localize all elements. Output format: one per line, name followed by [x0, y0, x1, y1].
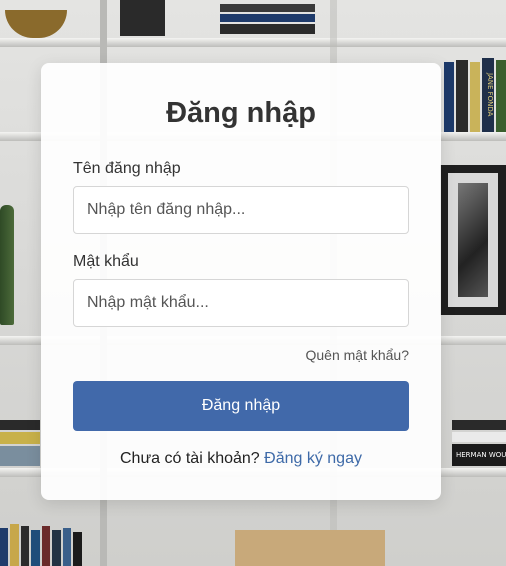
book — [120, 0, 165, 36]
register-link[interactable]: Đăng ký ngay — [264, 450, 362, 467]
book — [220, 4, 315, 12]
book-spine-jane-fonda: JANE FONDA — [482, 58, 494, 132]
book — [456, 60, 468, 132]
decor-bowl — [5, 10, 67, 38]
book — [444, 62, 454, 132]
decor-box — [235, 530, 385, 566]
book — [496, 60, 506, 132]
login-card: Đăng nhập Tên đăng nhập Mật khẩu Quên mậ… — [41, 63, 441, 500]
decor-bottle — [0, 205, 14, 325]
book — [220, 24, 315, 34]
book — [31, 530, 40, 566]
book — [0, 420, 40, 430]
book — [42, 526, 50, 566]
book — [452, 420, 506, 430]
book — [470, 62, 480, 132]
picture-frame — [440, 165, 506, 315]
no-account-text: Chưa có tài khoản? — [120, 450, 260, 467]
password-input[interactable] — [73, 279, 409, 327]
book — [10, 524, 19, 566]
book — [52, 530, 61, 566]
book — [220, 14, 315, 22]
forgot-password-link[interactable]: Quên mật khẩu? — [305, 347, 409, 363]
username-label: Tên đăng nhập — [73, 160, 181, 177]
book — [21, 526, 29, 566]
book — [0, 446, 40, 466]
book — [0, 432, 40, 444]
book — [73, 532, 82, 566]
username-input[interactable] — [73, 186, 409, 234]
book-spine-herman-wouk: HERMAN WOUK — [452, 444, 506, 466]
password-label: Mật khẩu — [73, 253, 139, 270]
login-title: Đăng nhập — [166, 97, 316, 129]
book — [0, 528, 8, 566]
book — [63, 528, 71, 566]
login-button[interactable]: Đăng nhập — [73, 381, 409, 431]
shelf — [0, 38, 506, 47]
signup-prompt: Chưa có tài khoản? Đăng ký ngay — [41, 450, 441, 468]
book — [452, 432, 506, 442]
